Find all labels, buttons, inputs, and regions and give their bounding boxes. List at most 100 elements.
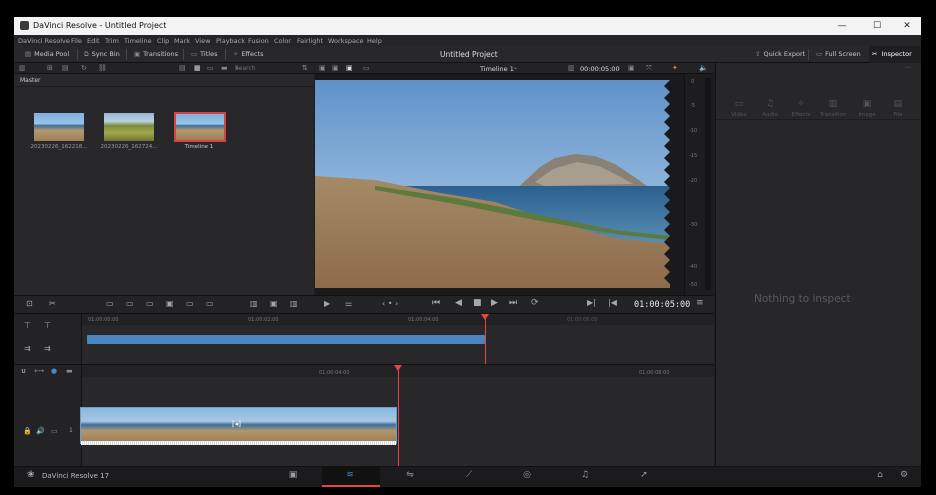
menu-trim[interactable]: Trim — [105, 37, 119, 45]
menu-mark[interactable]: Mark — [174, 37, 190, 45]
panel-options-icon[interactable]: ⋯ — [905, 64, 911, 71]
menu-davinci-resolve[interactable]: DaVinci Resolve — [18, 37, 70, 45]
magnet-icon[interactable]: ∪ — [21, 367, 26, 375]
inspector-tab-audio[interactable]: ♫ Audio — [756, 99, 784, 118]
menu-edit[interactable]: Edit — [87, 37, 100, 45]
position-icon[interactable]: ● — [51, 367, 57, 375]
upper-ruler[interactable] — [82, 314, 714, 325]
ripple-overwrite-icon[interactable]: ▭ — [146, 299, 154, 308]
link-icon[interactable]: ⛓ — [98, 64, 107, 72]
skip-to-start-icon[interactable]: ⏮ — [432, 298, 440, 308]
sort-icon[interactable]: ⇅ — [302, 64, 308, 72]
link-toggle-icon[interactable]: ⟷ — [34, 367, 44, 375]
media-clip-thumbnail[interactable] — [34, 113, 84, 141]
previous-edit-icon[interactable]: ▶| — [587, 298, 596, 307]
list-view-icon[interactable]: ▤ — [179, 64, 186, 72]
filmstrip-icon[interactable]: ▭ — [207, 64, 214, 72]
overlay-icon[interactable]: ▥ — [250, 299, 258, 308]
menu-workspace[interactable]: Workspace — [328, 37, 364, 45]
menu-icon[interactable]: ≡ — [696, 298, 704, 308]
zoom-icon[interactable]: ⇉ — [44, 344, 51, 353]
grid-icon[interactable]: ▥ — [290, 299, 298, 308]
loop-icon[interactable]: ⟳ — [531, 298, 539, 308]
settings-sliders-icon[interactable]: ⚌ — [345, 299, 352, 308]
next-edit-icon[interactable]: |◀ — [608, 298, 617, 307]
source-tape-icon[interactable]: ▶ — [324, 299, 330, 308]
settings-gear-icon[interactable]: ⚙ — [894, 470, 914, 480]
source-overwrite-icon[interactable]: ▭ — [206, 299, 214, 308]
effects-button[interactable]: ✧ Effects — [232, 46, 264, 63]
volume-icon[interactable]: 🔈 — [699, 64, 708, 72]
playhead-marker[interactable] — [481, 314, 489, 320]
menu-view[interactable]: View — [195, 37, 210, 45]
timeline-selector[interactable]: Timeline 1 — [480, 65, 514, 73]
full-screen-button[interactable]: ▭ Full Screen — [815, 46, 861, 63]
clip-icon[interactable]: ▣ — [628, 64, 635, 72]
home-icon[interactable]: ⌂ — [870, 470, 890, 480]
single-viewer-icon[interactable]: ▣ — [346, 64, 353, 72]
link-clips-icon[interactable]: ⊤ — [44, 321, 51, 330]
close-up-icon[interactable]: ▣ — [166, 299, 174, 308]
track-height-icon[interactable]: ⇉ — [24, 344, 31, 353]
bin-icon[interactable]: ▤ — [62, 64, 69, 72]
viewer-mode-icon[interactable]: ▣ — [332, 64, 339, 72]
safe-area-icon[interactable]: ▣ — [270, 299, 278, 308]
metadata-icon[interactable]: ▬ — [221, 64, 228, 72]
play-reverse-icon[interactable]: ◀ — [455, 298, 462, 308]
menu-playback[interactable]: Playback — [216, 37, 245, 45]
play-icon[interactable]: ▶ — [491, 298, 498, 308]
transform-icon[interactable]: ⤧ — [646, 64, 652, 73]
fairlight-page-icon[interactable]: ♫ — [575, 470, 595, 480]
inspector-tab-file[interactable]: ▤ File — [884, 99, 912, 118]
jog-wheel-icon[interactable]: ‹ • › — [382, 299, 398, 308]
skip-to-end-icon[interactable]: ⏭ — [509, 298, 517, 308]
inspector-tab-image[interactable]: ▣ Image — [853, 99, 881, 118]
inspector-tab-transition[interactable]: ▥ Transition — [819, 99, 847, 118]
color-page-icon[interactable]: ◎ — [517, 470, 537, 480]
transitions-button[interactable]: ▣ Transitions — [133, 46, 178, 63]
menu-timeline[interactable]: Timeline — [124, 37, 152, 45]
minimize-button[interactable]: — — [832, 19, 852, 33]
refresh-icon[interactable]: ↻ — [81, 64, 87, 72]
quick-export-button[interactable]: ⇪ Quick Export — [754, 46, 805, 63]
track-view-icon[interactable]: ▭ — [51, 427, 58, 435]
inspector-tab-effects[interactable]: ✧ Effects — [787, 99, 815, 118]
viewer-size-icon[interactable]: ▭ — [363, 64, 370, 72]
insert-clip-icon[interactable]: ▭ — [106, 299, 114, 308]
menu-fairlight[interactable]: Fairlight — [297, 37, 323, 45]
panel-toggle-icon[interactable]: ▥ — [19, 64, 26, 72]
color-overlay-icon[interactable]: ✦ — [672, 64, 678, 72]
menu-file[interactable]: File — [71, 37, 82, 45]
close-button[interactable]: ✕ — [897, 19, 917, 33]
deliver-page-icon[interactable]: ➚ — [634, 470, 654, 480]
chevron-down-icon[interactable]: ⌄ — [513, 64, 518, 71]
media-pool-button[interactable]: ▤ Media Pool — [24, 46, 69, 63]
place-on-top-icon[interactable]: ▭ — [186, 299, 194, 308]
inspector-button[interactable]: ✂ Inspector — [869, 46, 921, 63]
menu-help[interactable]: Help — [367, 37, 382, 45]
speaker-icon[interactable]: 🔊 — [36, 427, 45, 435]
edit-page-icon[interactable]: ⇋ — [400, 470, 420, 480]
media-clip-thumbnail[interactable] — [104, 113, 154, 141]
menu-color[interactable]: Color — [274, 37, 291, 45]
menu-clip[interactable]: Clip — [157, 37, 169, 45]
import-icon[interactable]: ⊞ — [47, 64, 53, 72]
cut-page-icon[interactable]: ≋ — [340, 470, 360, 480]
menu-fusion[interactable]: Fusion — [248, 37, 269, 45]
audio-level-icon[interactable]: ▬ — [66, 367, 73, 375]
append-clip-icon[interactable]: ▭ — [126, 299, 134, 308]
timeline-thumbnail[interactable] — [174, 112, 226, 142]
playhead[interactable] — [398, 365, 399, 467]
fusion-page-icon[interactable]: ⟋ — [459, 470, 479, 480]
upper-playhead[interactable] — [485, 314, 486, 364]
maximize-button[interactable]: ☐ — [867, 19, 887, 33]
stop-icon[interactable]: ■ — [473, 298, 482, 308]
snap-icon[interactable]: ⊤ — [24, 321, 31, 330]
inspector-tab-video[interactable]: ▭ Video — [725, 99, 753, 118]
viewer-layout-icon[interactable]: ▣ — [319, 64, 326, 72]
bin-label-master[interactable]: Master — [20, 77, 41, 84]
smart-insert-icon[interactable]: ⊡ — [26, 299, 33, 308]
media-page-icon[interactable]: ▣ — [283, 470, 303, 480]
timeline-overview-clip[interactable] — [87, 335, 485, 344]
search-input[interactable] — [232, 64, 292, 73]
